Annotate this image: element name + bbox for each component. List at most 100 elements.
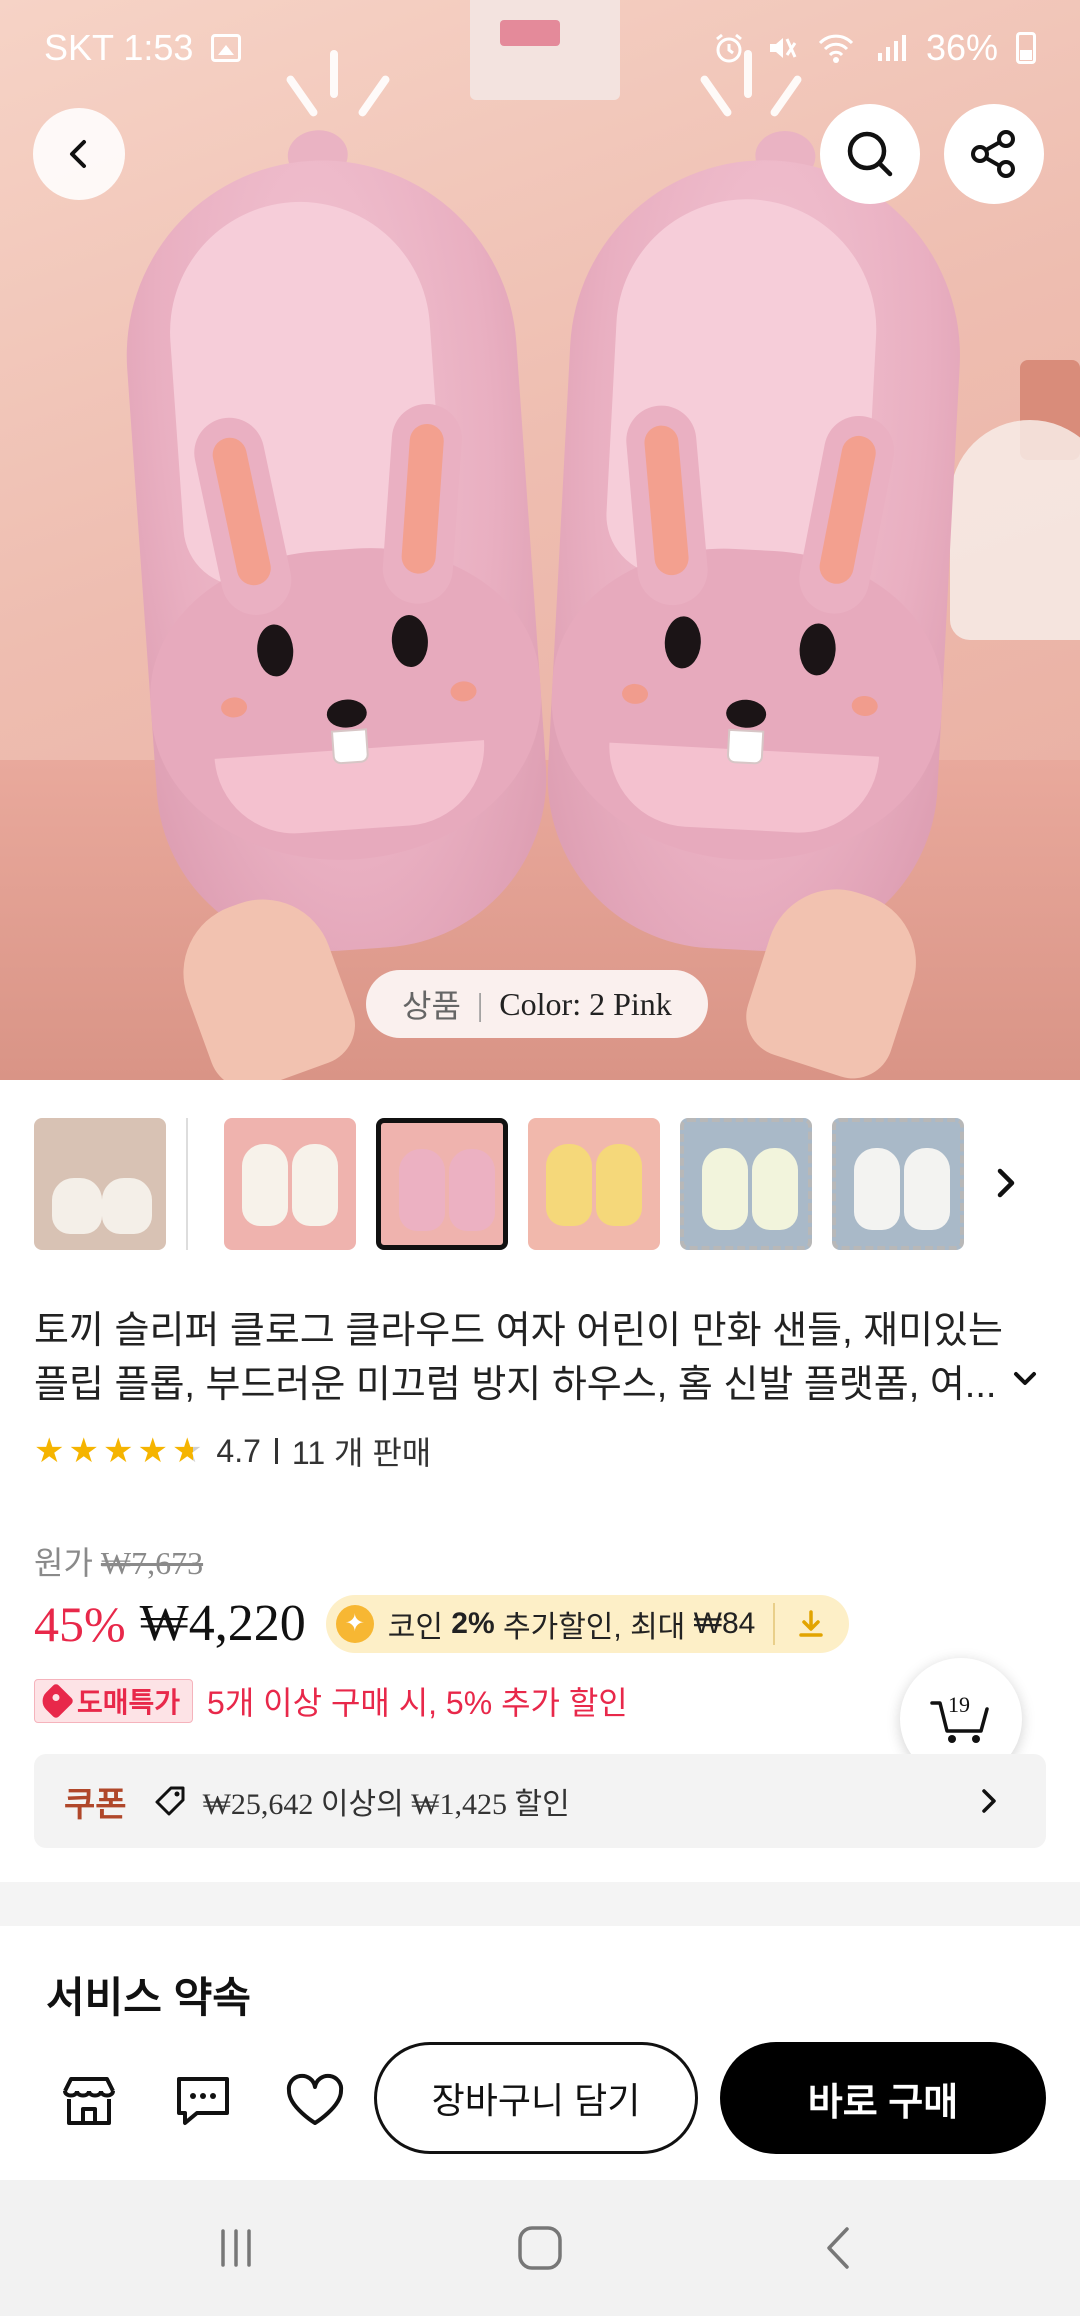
thumb-slipper: [449, 1149, 495, 1231]
cart-count: 19: [948, 1692, 970, 1717]
coupon-row[interactable]: 쿠폰 ₩25,642 이상의 ₩1,425 할인: [34, 1754, 1046, 1848]
carrier-time: SKT 1:53: [44, 27, 194, 68]
thumb-pink[interactable]: [376, 1118, 508, 1250]
chat-icon: [177, 2077, 229, 2125]
bulk-discount-text: 5개 이상 구매 시, 5% 추가 할인: [207, 1685, 628, 1721]
coin-max: ₩84: [693, 1606, 756, 1640]
thumb-slipper: [596, 1144, 642, 1226]
bunny-cheek: [449, 680, 478, 703]
sold-count: 11 개 판매: [291, 1435, 432, 1471]
store-button[interactable]: [54, 2066, 124, 2136]
star-rating: ★ ★ ★ ★ ★: [34, 1434, 202, 1468]
thumb-slipper: [399, 1149, 445, 1231]
coin-text-suffix: 추가할인, 최대: [503, 1610, 686, 1644]
back-arrow-icon: [827, 2227, 849, 2269]
thumb-slipper: [904, 1148, 950, 1230]
original-price: ₩7,673: [100, 1545, 204, 1581]
coin-icon: ✦: [335, 1604, 374, 1643]
system-navigation-bar: [0, 2180, 1080, 2316]
tag-icon: [37, 1682, 75, 1720]
variant-label-pill: 상품 | Color: 2 Pink: [366, 970, 708, 1038]
thumb-cream-bear[interactable]: [680, 1118, 812, 1250]
bunny-eye: [390, 613, 430, 669]
chevron-right-icon: [982, 1789, 996, 1813]
alarm-icon: [716, 33, 742, 63]
gallery-notification-icon: [211, 34, 242, 62]
download-icon: [799, 1609, 824, 1637]
thumb-yellow[interactable]: [528, 1118, 660, 1250]
coin-divider: [773, 1602, 776, 1645]
thumb-slipper: [242, 1144, 288, 1226]
bunny-nose: [325, 698, 368, 729]
rating-row[interactable]: ★ ★ ★ ★ ★ 4.7 11 개 판매: [34, 1428, 431, 1474]
coupon-label: 쿠폰: [64, 1785, 127, 1824]
thumb-slipper: [752, 1148, 798, 1230]
price-row: 45% ₩4,220 ✦ 코인 2% 추가할인, 최대 ₩84: [34, 1594, 850, 1653]
bunny-teeth: [330, 728, 370, 765]
coin-download-button[interactable]: [791, 1604, 831, 1644]
star-icon: ★: [68, 1432, 99, 1470]
bunny-ear: [380, 401, 465, 607]
recent-apps-icon: [221, 2229, 251, 2267]
buy-now-button[interactable]: 바로 구매: [720, 2042, 1046, 2154]
thumb-main-photo[interactable]: [34, 1118, 166, 1250]
wifi-icon: [818, 34, 854, 63]
status-right: 36%: [712, 27, 1036, 69]
bunny-nose: [725, 698, 767, 729]
store-icon: [63, 2077, 115, 2125]
slipper-left: [92, 116, 579, 974]
coin-discount-pill[interactable]: ✦ 코인 2% 추가할인, 최대 ₩84: [325, 1594, 850, 1653]
search-button[interactable]: [820, 104, 920, 204]
mute-icon: [769, 38, 797, 58]
signal-icon: [877, 35, 906, 61]
system-back-button[interactable]: [810, 2218, 870, 2278]
title-expand-button[interactable]: [1008, 1362, 1042, 1396]
coupon-text: ₩25,642 이상의 ₩1,425 할인: [202, 1788, 570, 1821]
heart-icon: [286, 2073, 344, 2125]
star-icon: ★: [34, 1432, 65, 1470]
star-half-icon: ★: [171, 1432, 203, 1470]
battery-icon: [1016, 32, 1036, 64]
add-to-cart-button[interactable]: 장바구니 담기: [374, 2042, 698, 2154]
current-price: ₩4,220: [139, 1595, 306, 1652]
coupon-tag-icon: [155, 1786, 185, 1816]
back-button[interactable]: [33, 108, 125, 200]
bunny-teeth: [726, 728, 765, 765]
bulk-badge-label: 도매특가: [77, 1687, 181, 1718]
star-icon: ★: [102, 1432, 134, 1470]
bunny-eye: [798, 622, 837, 677]
product-title[interactable]: 토끼 슬리퍼 클로그 클라우드 여자 어린이 만화 샌들, 재미있는 플립 플롭…: [34, 1304, 1034, 1412]
chat-button[interactable]: [168, 2066, 238, 2136]
thumb-slipper: [702, 1148, 748, 1230]
variant-thumbnail-strip: [0, 1112, 1080, 1258]
thumb-white[interactable]: [224, 1118, 356, 1250]
chevron-left-icon: [70, 140, 86, 168]
bunny-eye: [255, 623, 295, 678]
thumb-slipper: [854, 1148, 900, 1230]
bunny-cheek: [621, 683, 649, 705]
bulk-discount-row: 도매특가 5개 이상 구매 시, 5% 추가 할인: [34, 1678, 628, 1724]
battery-percent: 36%: [925, 27, 998, 68]
bunny-cheek: [851, 695, 879, 717]
status-bar: SKT 1:53 36%: [0, 0, 1080, 96]
thumb-slipper: [52, 1178, 102, 1234]
recent-apps-button[interactable]: [206, 2218, 266, 2278]
share-button[interactable]: [944, 104, 1044, 204]
thumb-white-bear[interactable]: [832, 1118, 964, 1250]
variant-label: Color: 2 Pink: [499, 985, 672, 1022]
discount-percent: 45%: [34, 1595, 126, 1652]
thumb-slipper: [546, 1144, 592, 1226]
chevron-right-icon: [997, 1168, 1015, 1198]
original-price-row: 원가 ₩7,673: [34, 1538, 203, 1584]
home-icon: [518, 2226, 562, 2270]
coin-text-prefix: 코인: [387, 1610, 443, 1644]
bulk-badge: 도매특가: [34, 1679, 194, 1723]
slipper-right: [519, 119, 992, 970]
home-button[interactable]: [510, 2218, 570, 2278]
bunny-cheek: [220, 696, 248, 719]
wishlist-button[interactable]: [280, 2066, 350, 2136]
thumb-slipper: [102, 1178, 152, 1234]
service-promise-title: 서비스 약속: [46, 1974, 251, 2021]
share-icon: [971, 130, 1015, 178]
thumbnails-next-button[interactable]: [986, 1158, 1026, 1208]
